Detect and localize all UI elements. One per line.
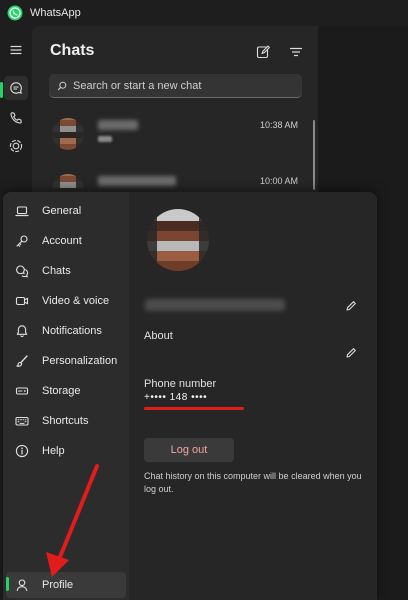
settings-panel: General Account Chats Video & voice Noti bbox=[3, 192, 377, 600]
settings-nav-label: Shortcuts bbox=[42, 415, 89, 427]
settings-nav-label: Help bbox=[42, 445, 65, 457]
red-annotation-underline bbox=[144, 407, 244, 410]
title-bar: WhatsApp bbox=[0, 0, 408, 26]
contact-name-redacted bbox=[98, 120, 138, 130]
contact-avatar bbox=[52, 118, 84, 150]
chat-timestamp: 10:00 AM bbox=[259, 176, 298, 186]
settings-nav-chats[interactable]: Chats bbox=[6, 258, 126, 284]
filter-icon[interactable] bbox=[288, 44, 304, 60]
keyboard-icon bbox=[15, 414, 29, 428]
app-title: WhatsApp bbox=[30, 7, 81, 19]
settings-nav-help[interactable]: Help bbox=[6, 438, 126, 464]
chats-heading: Chats bbox=[50, 42, 95, 59]
edit-about-pencil-icon[interactable] bbox=[345, 347, 357, 359]
chat-list-item[interactable]: 10:38 AM bbox=[32, 106, 318, 162]
laptop-icon bbox=[15, 204, 29, 218]
settings-nav-notifications[interactable]: Notifications bbox=[6, 318, 126, 344]
settings-nav-label: Account bbox=[42, 235, 82, 247]
status-icon bbox=[9, 139, 23, 153]
logout-note: Chat history on this computer will be cl… bbox=[144, 471, 362, 494]
settings-nav-personalization[interactable]: Personalization bbox=[6, 348, 126, 374]
edit-name-pencil-icon[interactable] bbox=[345, 300, 357, 312]
rail-calls-button[interactable] bbox=[4, 106, 28, 130]
settings-nav-account[interactable]: Account bbox=[6, 228, 126, 254]
settings-nav-shortcuts[interactable]: Shortcuts bbox=[6, 408, 126, 434]
phone-icon bbox=[10, 112, 22, 124]
profile-photo[interactable] bbox=[147, 209, 209, 271]
brush-icon bbox=[15, 354, 29, 368]
video-icon bbox=[15, 294, 29, 308]
phone-number-label: Phone number bbox=[144, 378, 217, 390]
settings-nav-video-voice[interactable]: Video & voice bbox=[6, 288, 126, 314]
settings-nav-label: Chats bbox=[42, 265, 71, 277]
menu-button[interactable] bbox=[4, 38, 28, 62]
chat-list-scrollbar[interactable] bbox=[313, 120, 315, 190]
chat-bubble-icon bbox=[10, 82, 22, 94]
profile-panel: About Phone number +•••• 148 •••• Log ou… bbox=[129, 192, 377, 600]
nav-active-indicator bbox=[6, 577, 9, 591]
logout-button[interactable]: Log out bbox=[144, 438, 234, 462]
settings-nav-general[interactable]: General bbox=[6, 198, 126, 224]
message-preview-redacted bbox=[98, 136, 112, 142]
settings-nav: General Account Chats Video & voice Noti bbox=[3, 192, 129, 600]
info-icon bbox=[15, 444, 29, 458]
phone-number-value: +•••• 148 •••• bbox=[144, 392, 208, 403]
hamburger-icon bbox=[10, 45, 22, 55]
search-icon bbox=[57, 81, 67, 90]
search-input[interactable] bbox=[73, 79, 293, 92]
settings-nav-storage[interactable]: Storage bbox=[6, 378, 126, 404]
chats-icon bbox=[15, 264, 29, 278]
about-label: About bbox=[144, 330, 173, 342]
chat-timestamp: 10:38 AM bbox=[259, 120, 298, 130]
settings-nav-label: Video & voice bbox=[42, 295, 110, 307]
settings-nav-label: Profile bbox=[42, 579, 74, 591]
rail-status-button[interactable] bbox=[4, 134, 28, 158]
storage-icon bbox=[15, 384, 29, 398]
search-box[interactable] bbox=[49, 74, 302, 98]
profile-name-redacted bbox=[145, 299, 285, 311]
whatsapp-logo-icon bbox=[7, 5, 23, 21]
settings-nav-label: Notifications bbox=[42, 325, 102, 337]
new-chat-icon[interactable] bbox=[255, 44, 271, 60]
bell-icon bbox=[15, 324, 29, 338]
rail-chats-button[interactable] bbox=[4, 76, 28, 100]
person-icon bbox=[15, 578, 29, 592]
settings-nav-label: General bbox=[42, 205, 82, 217]
settings-nav-label: Storage bbox=[42, 385, 81, 397]
settings-nav-label: Personalization bbox=[42, 355, 118, 367]
key-icon bbox=[15, 234, 29, 248]
settings-nav-profile[interactable]: Profile bbox=[6, 572, 126, 598]
rail-active-indicator bbox=[0, 82, 3, 98]
contact-name-redacted bbox=[98, 176, 176, 186]
